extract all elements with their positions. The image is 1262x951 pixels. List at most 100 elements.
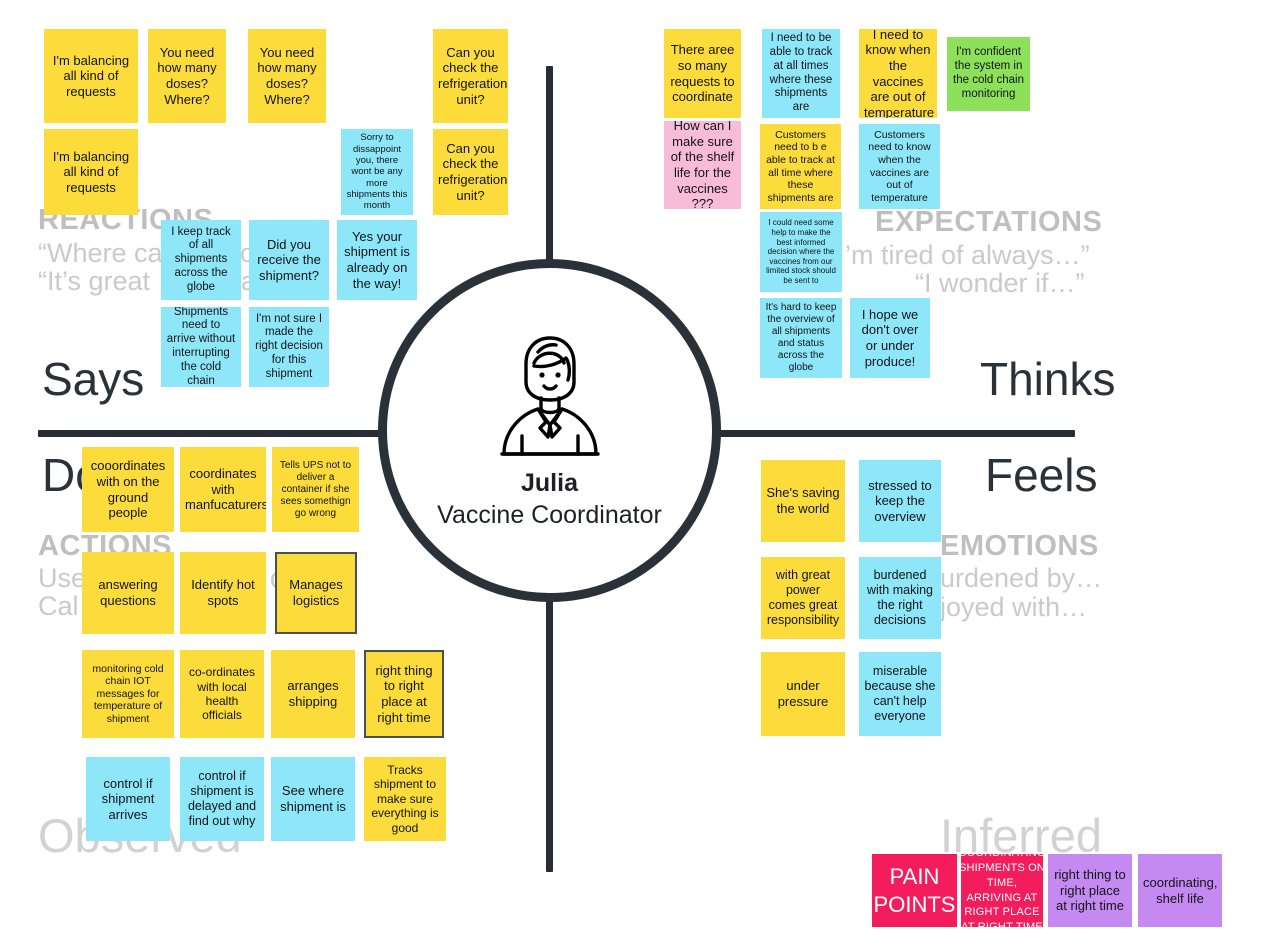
- empathy-map-board: REACTIONS “Where ca o “It’s great a EXPE…: [0, 0, 1262, 951]
- quadrant-label-feels: Feels: [985, 449, 1098, 501]
- sticky-note-text: miserable because she can't help everyon…: [864, 664, 936, 723]
- sticky-note-burdened-decisions[interactable]: burdened with making the right decisions: [859, 557, 941, 639]
- sticky-note-text: She's saving the world: [766, 485, 840, 516]
- sticky-note-shelf-life-question[interactable]: How can I make sure of the shelf life fo…: [664, 121, 741, 209]
- sticky-note-manages-logistics[interactable]: Manages logistics: [275, 552, 357, 634]
- sticky-note-text: I could need some help to make the best …: [766, 218, 836, 285]
- sticky-note-text: coordinating, shelf life: [1143, 874, 1218, 906]
- sticky-note-sorry-no-shipments[interactable]: Sorry to dissappoint you, there wont be …: [341, 129, 413, 215]
- persona-card[interactable]: Julia Vaccine Coordinator: [378, 259, 721, 602]
- watermark-actions-line-1: Use: [38, 563, 87, 593]
- sticky-note-text: There aree so many requests to coordinat…: [670, 42, 735, 105]
- sticky-note-text: coordinates with manfucaturers: [185, 466, 266, 513]
- pain-points-title-text: PAIN POINTS: [873, 864, 956, 917]
- sticky-note-text: monitoring cold chain IOT messages for t…: [92, 662, 164, 725]
- watermark-emotions-line-1: urdened by…: [940, 563, 1103, 593]
- sticky-note-coordinates-manufact[interactable]: coordinates with manfucaturers: [180, 447, 266, 532]
- sticky-note-text: right thing to right place at right time: [1054, 867, 1126, 914]
- sticky-note-text: Can you check the refrigeration unit?: [438, 140, 508, 203]
- sticky-note-text: I'm confident the system in the cold cha…: [953, 46, 1024, 100]
- sticky-note-text: I need to know when the vaccines are out…: [864, 29, 935, 118]
- sticky-note-tells-ups-not-deliver[interactable]: Tells UPS not to deliver a container if …: [272, 447, 359, 532]
- sticky-note-text: You need how many doses? Where?: [157, 44, 217, 107]
- sticky-note-balancing-requests-2[interactable]: I'm balancing all kind of requests: [44, 129, 138, 215]
- sticky-note-need-help-decision[interactable]: I could need some help to make the best …: [760, 212, 842, 292]
- sticky-note-right-thing-right-place-1[interactable]: right thing to right place at right time: [364, 650, 444, 738]
- sticky-note-not-sure-right-decision[interactable]: I'm not sure I made the right decision f…: [249, 307, 329, 387]
- sticky-note-confident-cold-chain[interactable]: I'm confident the system in the cold cha…: [947, 37, 1030, 111]
- sticky-note-text: I'm not sure I made the right decision f…: [255, 312, 323, 380]
- sticky-note-under-pressure[interactable]: under pressure: [761, 652, 845, 736]
- sticky-note-text: Tells UPS not to deliver a container if …: [279, 459, 352, 519]
- sticky-note-text: under pressure: [777, 678, 829, 709]
- sticky-note-know-out-of-temp[interactable]: I need to know when the vaccines are out…: [859, 29, 937, 118]
- sticky-note-text: I'm balancing all kind of requests: [52, 52, 130, 99]
- sticky-note-stressed-overview[interactable]: stressed to keep the overview: [859, 460, 941, 542]
- sticky-note-great-power[interactable]: with great power comes great responsibil…: [761, 557, 845, 639]
- sticky-note-many-requests[interactable]: There aree so many requests to coordinat…: [664, 29, 741, 118]
- sticky-note-text: with great power comes great responsibil…: [766, 568, 840, 627]
- sticky-note-answering-questions[interactable]: answering questions: [82, 552, 174, 634]
- pain-points-title-card[interactable]: PAIN POINTS: [872, 854, 957, 927]
- sticky-note-over-under-produce[interactable]: I hope we don't over or under produce!: [850, 298, 930, 378]
- sticky-note-saving-the-world[interactable]: She's saving the world: [761, 460, 845, 542]
- quadrant-label-thinks: Thinks: [980, 353, 1116, 405]
- sticky-note-text: Customers need to b e able to track at a…: [766, 128, 835, 204]
- sticky-note-text: Tracks shipment to make sure everything …: [371, 763, 439, 835]
- watermark-reactions-line-1: “Where ca: [38, 238, 163, 268]
- sticky-note-tracks-shipment-good[interactable]: Tracks shipment to make sure everything …: [364, 757, 446, 841]
- sticky-note-keep-track-shipments[interactable]: I keep track of all shipments across the…: [161, 220, 241, 300]
- sticky-note-coordinates-health[interactable]: co-ordinates with local health officials: [180, 650, 264, 738]
- sticky-note-text: answering questions: [98, 577, 158, 608]
- sticky-note-text: arranges shipping: [287, 678, 339, 709]
- sticky-note-text: How can I make sure of the shelf life fo…: [670, 121, 735, 209]
- sticky-note-coordinates-ground[interactable]: cooordinates with on the ground people: [82, 447, 174, 532]
- sticky-note-text: I keep track of all shipments across the…: [171, 225, 231, 293]
- person-avatar-icon: [490, 330, 610, 462]
- sticky-note-did-you-receive[interactable]: Did you receive the shipment?: [249, 220, 329, 300]
- sticky-note-text: See where shipment is: [280, 783, 346, 814]
- sticky-note-monitoring-iot[interactable]: monitoring cold chain IOT messages for t…: [82, 650, 174, 738]
- sticky-note-customers-track[interactable]: Customers need to b e able to track at a…: [760, 124, 841, 209]
- sticky-note-shipments-cold-chain[interactable]: Shipments need to arrive without interru…: [161, 307, 241, 387]
- sticky-note-text: You need how many doses? Where?: [257, 44, 317, 107]
- sticky-note-how-many-doses-2[interactable]: You need how many doses? Where?: [248, 29, 326, 123]
- sticky-note-text: Yes your shipment is already on the way!: [344, 228, 410, 291]
- persona-role: Vaccine Coordinator: [437, 500, 662, 529]
- sticky-note-check-refrigeration-1[interactable]: Can you check the refrigeration unit?: [433, 29, 508, 123]
- sticky-note-text: I hope we don't over or under produce!: [861, 306, 919, 369]
- watermark-emotions-heading: EMOTIONS: [940, 530, 1099, 562]
- pain-points-detail-card[interactable]: COORDINATING SHIPMENTS ON TIME, ARRIVING…: [961, 854, 1043, 927]
- watermark-expectations-heading: EXPECTATIONS: [875, 206, 1103, 238]
- sticky-note-text: Can you check the refrigeration unit?: [438, 44, 508, 107]
- sticky-note-pain-coordinating[interactable]: coordinating, shelf life: [1138, 854, 1222, 927]
- sticky-note-text: co-ordinates with local health officials: [188, 665, 256, 723]
- sticky-note-customers-know-temp[interactable]: Customers need to know when the vaccines…: [859, 124, 940, 209]
- quadrant-label-says: Says: [42, 353, 145, 405]
- sticky-note-control-delayed[interactable]: control if shipment is delayed and find …: [180, 757, 264, 841]
- sticky-note-control-arrives[interactable]: control if shipment arrives: [86, 757, 170, 841]
- sticky-note-see-where-shipment[interactable]: See where shipment is: [271, 757, 355, 841]
- sticky-note-text: Customers need to know when the vaccines…: [868, 128, 931, 204]
- watermark-actions-line-2: Cal: [38, 591, 79, 621]
- watermark-expectations-line-2: “I wonder if…”: [915, 268, 1085, 298]
- sticky-note-text: stressed to keep the overview: [868, 477, 932, 524]
- sticky-note-check-refrigeration-2[interactable]: Can you check the refrigeration unit?: [433, 129, 508, 215]
- sticky-note-text: Identify hot spots: [191, 577, 255, 608]
- sticky-note-miserable-cant-help[interactable]: miserable because she can't help everyon…: [859, 652, 941, 736]
- sticky-note-how-many-doses-1[interactable]: You need how many doses? Where?: [148, 29, 226, 123]
- sticky-note-arranges-shipping[interactable]: arranges shipping: [271, 650, 355, 738]
- sticky-note-text: cooordinates with on the ground people: [90, 458, 166, 521]
- persona-name: Julia: [521, 468, 578, 497]
- sticky-note-text: Sorry to dissappoint you, there wont be …: [346, 132, 408, 212]
- sticky-note-already-on-the-way[interactable]: Yes your shipment is already on the way!: [337, 220, 417, 300]
- sticky-note-hard-overview[interactable]: It's hard to keep the overview of all sh…: [760, 298, 842, 378]
- sticky-note-pain-right-thing[interactable]: right thing to right place at right time: [1048, 854, 1132, 927]
- sticky-note-identify-hot-spots[interactable]: Identify hot spots: [180, 552, 266, 634]
- sticky-note-balancing-requests-1[interactable]: I'm balancing all kind of requests: [44, 29, 138, 123]
- sticky-note-text: It's hard to keep the overview of all sh…: [765, 302, 837, 373]
- watermark-reactions-line-2: “It’s great: [38, 266, 151, 296]
- sticky-note-text: Manages logistics: [289, 577, 343, 608]
- sticky-note-text: I need to be able to track at all times …: [769, 32, 833, 114]
- sticky-note-track-all-times[interactable]: I need to be able to track at all times …: [762, 29, 840, 118]
